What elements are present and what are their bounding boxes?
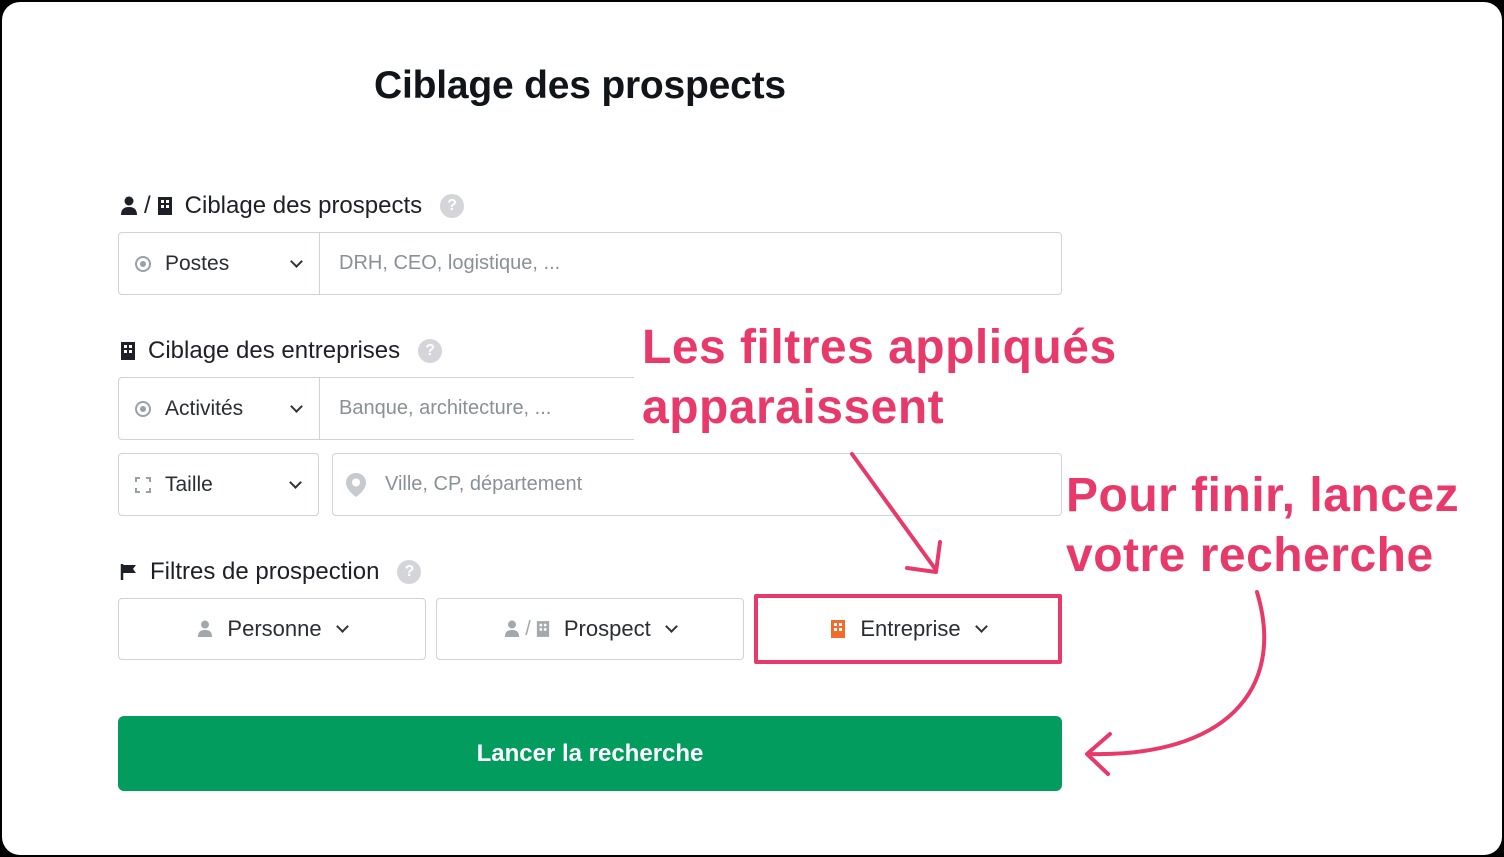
arrow-to-launch-icon [1085,590,1267,776]
arrow-to-entreprise-icon [850,452,942,574]
prospect-targeting-panel: Ciblage des prospects / Ciblage des pros… [2,2,1502,855]
annotation-arrows [850,452,1267,776]
